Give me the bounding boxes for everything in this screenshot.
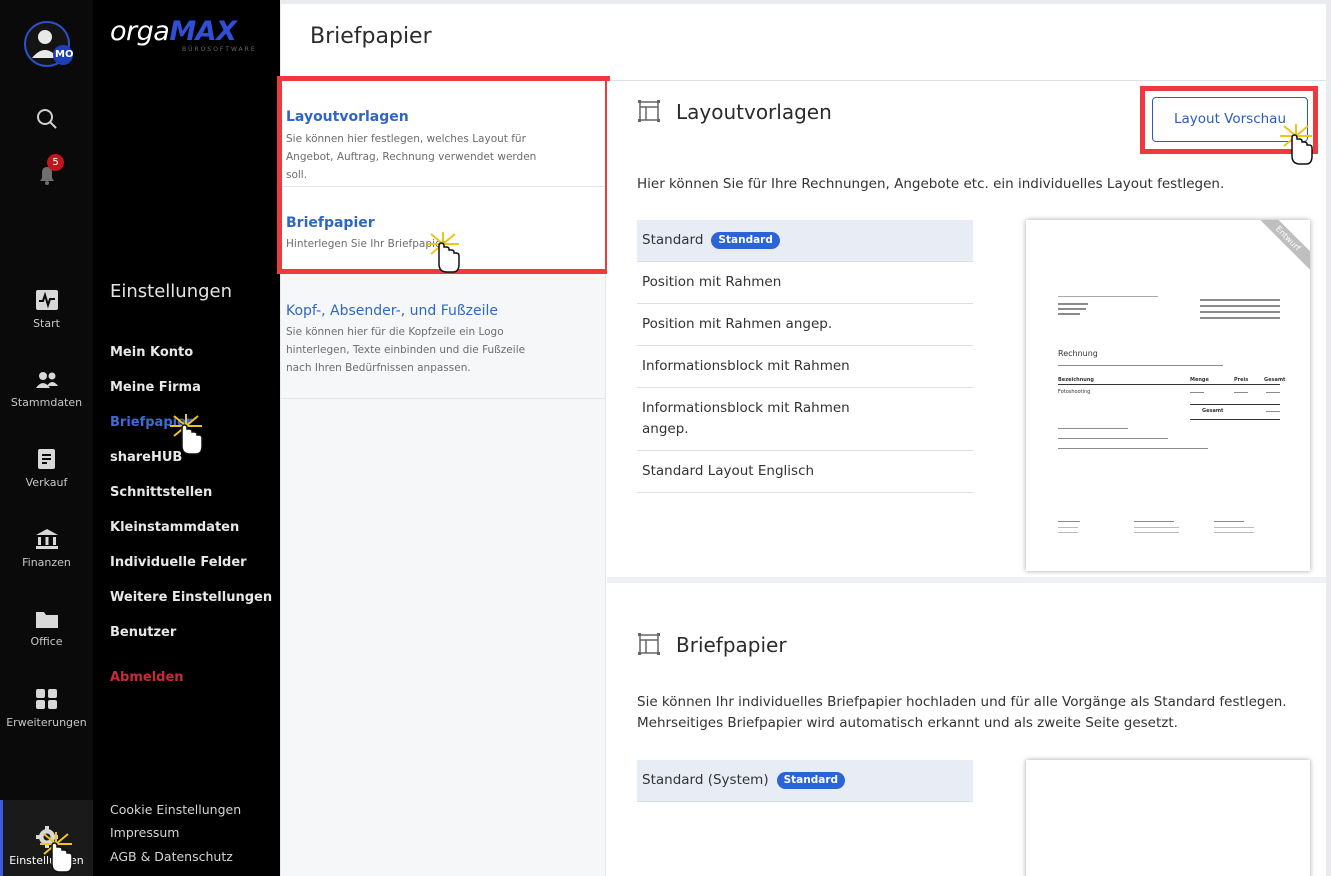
preview-col-gesamt: Gesamt bbox=[1264, 377, 1286, 383]
pointer-cursor-icon bbox=[1280, 124, 1313, 165]
menu-item-kleinstammdaten[interactable]: Kleinstammdaten bbox=[110, 520, 239, 535]
layout-row-standard[interactable]: Standard Standard bbox=[637, 220, 973, 262]
avatar[interactable]: MO bbox=[23, 20, 75, 70]
layout-row-infoblock-rahmen-angep[interactable]: Informationsblock mit Rahmen angep. bbox=[637, 388, 973, 451]
pointer-cursor-icon bbox=[40, 832, 73, 873]
preview-item: Fotoshooting bbox=[1058, 389, 1091, 395]
avatar-initials: MO bbox=[55, 49, 74, 60]
layouts-description: Hier können Sie für Ihre Rechnungen, Ang… bbox=[637, 176, 1225, 192]
bell-icon[interactable] bbox=[0, 163, 93, 187]
document-icon bbox=[37, 449, 55, 469]
rail-label-verkauf: Verkauf bbox=[25, 476, 68, 489]
menu-item-abmelden[interactable]: Abmelden bbox=[110, 670, 184, 685]
logo-subtitle: BÜROSOFTWARE bbox=[182, 46, 257, 53]
people-icon bbox=[35, 372, 58, 388]
menu-title: Einstellungen bbox=[110, 281, 233, 302]
letterhead-preview-thumbnail[interactable] bbox=[1026, 760, 1310, 876]
rail-item-office[interactable]: Office bbox=[0, 609, 93, 648]
pulse-icon bbox=[35, 290, 58, 310]
default-badge: Standard bbox=[776, 772, 846, 789]
layouts-title: Layoutvorlagen bbox=[676, 100, 832, 124]
app-logo: orgaMAX bbox=[110, 16, 237, 47]
apps-icon bbox=[35, 689, 57, 709]
rail-item-verkauf[interactable]: Verkauf bbox=[0, 448, 93, 489]
folder-icon bbox=[35, 612, 58, 628]
footer-link-agb[interactable]: AGB & Datenschutz bbox=[110, 849, 233, 864]
bank-icon bbox=[35, 529, 58, 549]
preview-col-bezeichnung: Bezeichnung bbox=[1058, 377, 1094, 383]
rail-item-stammdaten[interactable]: Stammdaten bbox=[0, 370, 93, 409]
preview-col-preis: Preis bbox=[1234, 377, 1249, 383]
icon-rail bbox=[0, 0, 93, 876]
rail-label-finanzen: Finanzen bbox=[22, 556, 71, 569]
search-icon[interactable] bbox=[0, 107, 93, 131]
layout-row-standard-englisch[interactable]: Standard Layout Englisch bbox=[637, 451, 973, 493]
subnav-title-kopfzeile[interactable]: Kopf-, Absender-, und Fußzeile bbox=[286, 303, 498, 319]
preview-sum-label: Gesamt bbox=[1202, 408, 1224, 414]
rail-label-start: Start bbox=[33, 317, 60, 330]
menu-item-individuelle-felder[interactable]: Individuelle Felder bbox=[110, 555, 247, 570]
notification-badge: 5 bbox=[47, 154, 64, 171]
logo-prefix: orga bbox=[110, 16, 170, 47]
letterhead-title: Briefpapier bbox=[676, 633, 787, 657]
letterhead-description: Sie können Ihr individuelles Briefpapier… bbox=[637, 694, 1287, 731]
menu-item-weitere-einstellungen[interactable]: Weitere Einstellungen bbox=[110, 590, 272, 605]
footer-link-impressum[interactable]: Impressum bbox=[110, 825, 179, 840]
menu-item-meine-firma[interactable]: Meine Firma bbox=[110, 380, 201, 395]
pointer-cursor-icon bbox=[170, 414, 203, 455]
rail-label-office: Office bbox=[30, 635, 63, 648]
default-badge: Standard bbox=[711, 232, 780, 249]
rail-item-erweiterungen[interactable]: Erweiterungen bbox=[0, 688, 93, 729]
logo-bold: MAX bbox=[169, 16, 237, 47]
preview-heading: Rechnung bbox=[1058, 349, 1098, 358]
layout-row-infoblock-rahmen[interactable]: Informationsblock mit Rahmen bbox=[637, 346, 973, 388]
letterhead-row-standard-system[interactable]: Standard (System) Standard bbox=[637, 760, 973, 802]
layout-row-position-rahmen[interactable]: Position mit Rahmen bbox=[637, 262, 973, 304]
layout-preview-thumbnail[interactable]: Entwurf Rechnung Bezeichnung Menge Preis… bbox=[1026, 220, 1310, 571]
layout-icon bbox=[638, 100, 660, 122]
layout-row-label: Standard bbox=[642, 232, 704, 248]
layout-row-position-rahmen-angep[interactable]: Position mit Rahmen angep. bbox=[637, 304, 973, 346]
letterhead-icon bbox=[638, 633, 660, 655]
page-title: Briefpapier bbox=[310, 24, 432, 49]
rail-item-start[interactable]: Start bbox=[0, 289, 93, 330]
menu-item-benutzer[interactable]: Benutzer bbox=[110, 625, 176, 640]
draft-ribbon: Entwurf bbox=[1249, 220, 1310, 278]
letterhead-row-label: Standard (System) bbox=[642, 772, 769, 788]
rail-label-erweiterungen: Erweiterungen bbox=[6, 716, 87, 729]
rail-label-stammdaten: Stammdaten bbox=[10, 396, 83, 409]
menu-item-mein-konto[interactable]: Mein Konto bbox=[110, 345, 193, 360]
preview-col-menge: Menge bbox=[1190, 377, 1209, 383]
pointer-cursor-icon bbox=[427, 232, 460, 273]
menu-item-schnittstellen[interactable]: Schnittstellen bbox=[110, 485, 212, 500]
subnav-desc-kopfzeile: Sie können hier für die Kopfzeile ein Lo… bbox=[286, 326, 526, 374]
footer-link-cookie[interactable]: Cookie Einstellungen bbox=[110, 802, 241, 817]
rail-item-finanzen[interactable]: Finanzen bbox=[0, 528, 93, 569]
